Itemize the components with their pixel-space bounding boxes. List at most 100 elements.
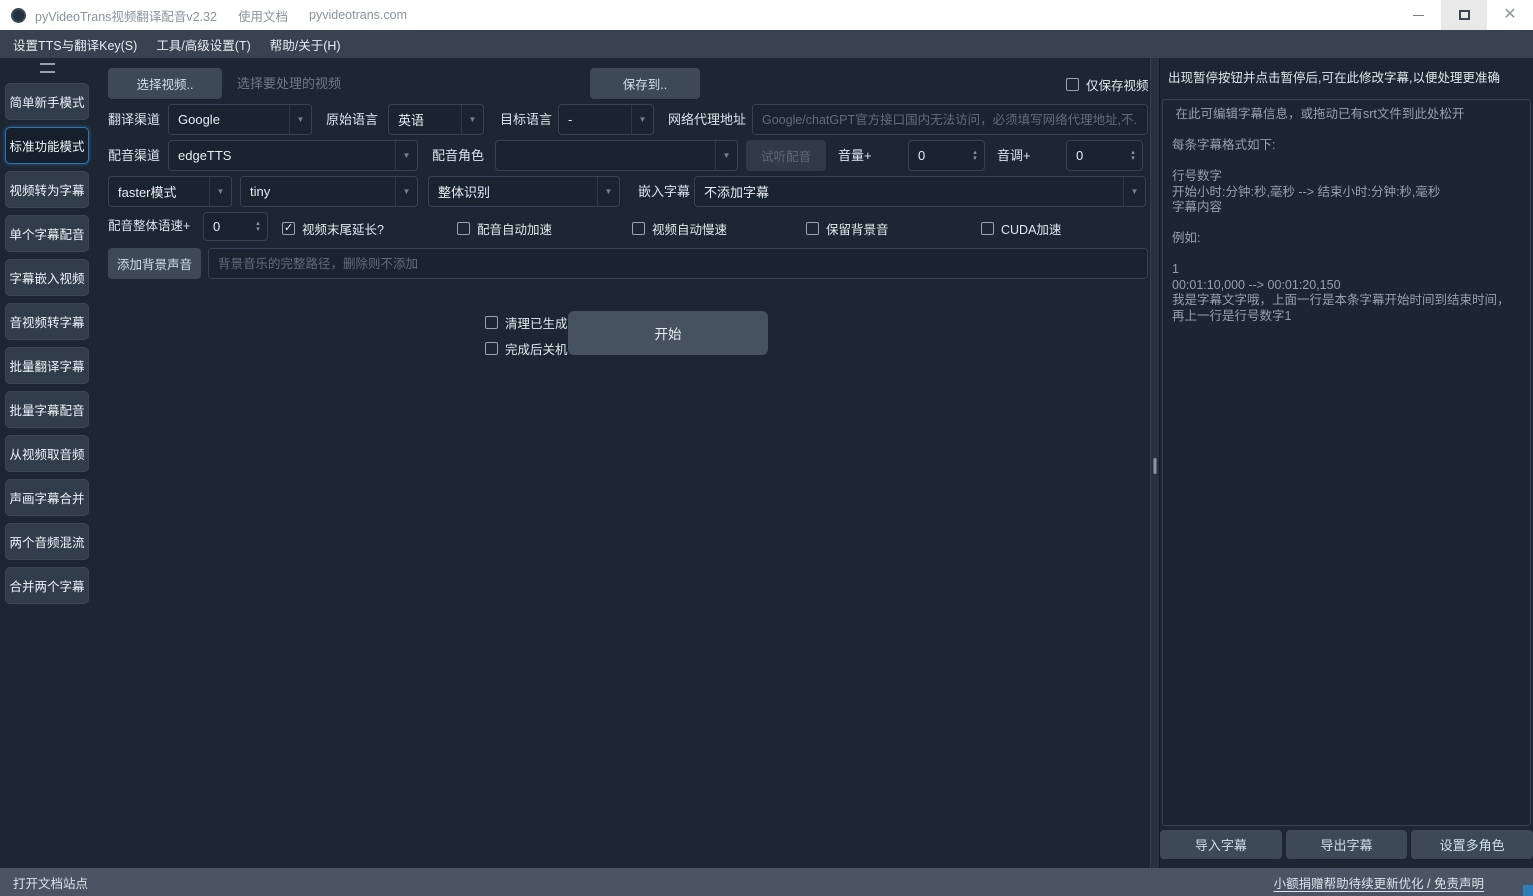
menu-item-tts-key[interactable]: 设置TTS与翻译Key(S) xyxy=(13,35,137,54)
sidebar-item-av-to-srt[interactable]: 音视频转字幕 xyxy=(5,303,89,340)
window-title: pyVideoTrans视频翻译配音v2.32 xyxy=(35,6,217,25)
subtitle-buttons: 导入字幕 导出字幕 设置多角色 xyxy=(1160,830,1533,859)
voice-role-label: 配音角色 xyxy=(432,140,484,171)
spinner-arrows-icon[interactable]: ▴▾ xyxy=(1124,141,1142,170)
chevron-down-icon: ▼ xyxy=(631,105,653,134)
checkbox-shutdown-after[interactable]: 完成后关机 xyxy=(485,340,568,356)
tts-channel-label: 配音渠道 xyxy=(108,140,160,171)
checkbox-box xyxy=(457,222,470,235)
target-language-select[interactable]: - ▼ xyxy=(558,104,654,135)
sidebar-item-av-srt-merge[interactable]: 声画字幕合并 xyxy=(5,479,89,516)
subtitle-panel: 出现暂停按钮并点击暂停后,可在此修改字幕,以便处理更准确 在此可编辑字幕信息，或… xyxy=(1160,58,1533,868)
set-multi-role-button[interactable]: 设置多角色 xyxy=(1411,830,1533,859)
chevron-down-icon: ▼ xyxy=(715,141,737,170)
embed-subtitle-label: 嵌入字幕 xyxy=(638,176,690,207)
checkbox-box xyxy=(282,222,295,235)
model-mode-select[interactable]: faster模式 ▼ xyxy=(108,176,232,207)
menubar: 设置TTS与翻译Key(S) 工具/高级设置(T) 帮助/关于(H) xyxy=(0,30,1533,58)
sidebar-item-video-to-srt[interactable]: 视频转为字幕 xyxy=(5,171,89,208)
checkbox-cuda-accel[interactable]: CUDA加速 xyxy=(981,220,1061,236)
sidebar-item-batch-srt-dubbing[interactable]: 批量字幕配音 xyxy=(5,391,89,428)
menu-toggle-icon[interactable] xyxy=(40,63,55,73)
close-button[interactable]: ✕ xyxy=(1487,0,1533,30)
source-language-label: 原始语言 xyxy=(326,104,378,135)
chevron-down-icon: ▼ xyxy=(395,177,417,206)
chevron-down-icon: ▼ xyxy=(461,105,483,134)
translate-channel-label: 翻译渠道 xyxy=(108,104,160,135)
target-language-label: 目标语言 xyxy=(500,104,552,135)
tts-channel-select[interactable]: edgeTTS ▼ xyxy=(168,140,418,171)
chevron-down-icon: ▼ xyxy=(209,177,231,206)
select-video-button[interactable]: 选择视频.. xyxy=(108,68,222,99)
resize-grip[interactable] xyxy=(1523,885,1533,896)
listen-dubbing-button[interactable]: 试听配音 xyxy=(746,140,826,171)
sidebar-item-batch-translate-srt[interactable]: 批量翻译字幕 xyxy=(5,347,89,384)
sidebar-item-merge-two-srt[interactable]: 合并两个字幕 xyxy=(5,567,89,604)
app-logo-icon xyxy=(11,8,26,23)
volume-label: 音量+ xyxy=(838,140,872,171)
only-save-video-checkbox[interactable]: 仅保存视频 xyxy=(1066,76,1149,92)
volume-spinner[interactable]: 0 ▴▾ xyxy=(908,140,985,171)
proxy-label: 网络代理地址 xyxy=(668,104,746,135)
model-name-select[interactable]: tiny ▼ xyxy=(240,176,418,207)
sidebar-item-single-srt-dubbing[interactable]: 单个字幕配音 xyxy=(5,215,89,252)
save-to-button[interactable]: 保存到.. xyxy=(590,68,700,99)
chevron-down-icon: ▼ xyxy=(597,177,619,206)
proxy-input[interactable] xyxy=(752,104,1148,135)
translate-channel-select[interactable]: Google ▼ xyxy=(168,104,312,135)
pitch-spinner[interactable]: 0 ▴▾ xyxy=(1066,140,1143,171)
minimize-icon xyxy=(1413,15,1424,16)
chevron-down-icon: ▼ xyxy=(395,141,417,170)
checkbox-keep-background-audio[interactable]: 保留背景音 xyxy=(806,220,889,236)
sidebar-item-simple-mode[interactable]: 简单新手模式 xyxy=(5,83,89,120)
add-bgm-button[interactable]: 添加背景声音 xyxy=(108,248,201,279)
menu-item-tools[interactable]: 工具/高级设置(T) xyxy=(156,35,250,54)
recognition-mode-select[interactable]: 整体识别 ▼ xyxy=(428,176,620,207)
close-icon: ✕ xyxy=(1503,7,1516,23)
checkbox-box xyxy=(981,222,994,235)
voice-role-select[interactable]: ▼ xyxy=(495,140,738,171)
checkbox-dubbing-auto-speedup[interactable]: 配音自动加速 xyxy=(457,220,552,236)
sidebar-item-srt-embed-video[interactable]: 字幕嵌入视频 xyxy=(5,259,89,296)
spinner-arrows-icon[interactable]: ▴▾ xyxy=(966,141,984,170)
bgm-path-input[interactable] xyxy=(208,248,1148,279)
window-title-doc-link: 使用文档 xyxy=(238,6,288,25)
pitch-label: 音调+ xyxy=(997,140,1031,171)
subtitle-panel-hint: 出现暂停按钮并点击暂停后,可在此修改字幕,以便处理更准确 xyxy=(1168,67,1531,86)
dubbing-speed-label: 配音整体语速+ xyxy=(108,211,190,242)
statusbar: 打开文档站点 小额捐赠帮助待续更新优化 / 免责声明 xyxy=(0,868,1533,896)
titlebar: pyVideoTrans视频翻译配音v2.32 使用文档 pyvideotran… xyxy=(0,0,1533,30)
sidebar: 简单新手模式 标准功能模式 视频转为字幕 单个字幕配音 字幕嵌入视频 音视频转字… xyxy=(0,58,94,868)
maximize-icon xyxy=(1459,10,1470,20)
checkbox-box xyxy=(632,222,645,235)
export-subtitle-button[interactable]: 导出字幕 xyxy=(1286,830,1408,859)
subtitle-editor[interactable]: 在此可编辑字幕信息，或拖动已有srt文件到此处松开 每条字幕格式如下: 行号数字… xyxy=(1162,99,1531,826)
checkbox-clear-generated[interactable]: 清理已生成 xyxy=(485,314,568,330)
menu-item-help[interactable]: 帮助/关于(H) xyxy=(270,35,341,54)
checkbox-video-tail-extend[interactable]: 视频末尾延长? xyxy=(282,220,384,236)
dubbing-speed-spinner[interactable]: 0 ▴▾ xyxy=(203,212,268,241)
checkbox-box xyxy=(1066,78,1079,91)
panel-splitter xyxy=(1150,58,1160,868)
spinner-arrows-icon[interactable]: ▴▾ xyxy=(249,213,267,240)
import-subtitle-button[interactable]: 导入字幕 xyxy=(1160,830,1282,859)
start-button[interactable]: 开始 xyxy=(568,311,768,355)
status-open-docs: 打开文档站点 xyxy=(13,873,88,892)
checkbox-box xyxy=(806,222,819,235)
splitter-handle[interactable] xyxy=(1154,458,1157,474)
sidebar-item-extract-audio[interactable]: 从视频取音频 xyxy=(5,435,89,472)
embed-subtitle-select[interactable]: 不添加字幕 ▼ xyxy=(694,176,1146,207)
checkbox-video-auto-slowdown[interactable]: 视频自动慢速 xyxy=(632,220,727,236)
window-title-site: pyvideotrans.com xyxy=(309,8,407,22)
chevron-down-icon: ▼ xyxy=(289,105,311,134)
minimize-button[interactable] xyxy=(1395,0,1441,30)
source-language-select[interactable]: 英语 ▼ xyxy=(388,104,484,135)
sidebar-item-mix-two-audio[interactable]: 两个音频混流 xyxy=(5,523,89,560)
main-panel: 选择视频.. 选择要处理的视频 保存到.. 仅保存视频 翻译渠道 Google … xyxy=(94,58,1150,868)
donate-link[interactable]: 小额捐赠帮助待续更新优化 / 免责声明 xyxy=(1274,873,1484,892)
app-window: pyVideoTrans视频翻译配音v2.32 使用文档 pyvideotran… xyxy=(0,0,1533,896)
maximize-button[interactable] xyxy=(1441,0,1487,30)
sidebar-item-standard-mode[interactable]: 标准功能模式 xyxy=(5,127,89,164)
video-hint-text: 选择要处理的视频 xyxy=(237,68,341,99)
checkbox-box xyxy=(485,316,498,329)
